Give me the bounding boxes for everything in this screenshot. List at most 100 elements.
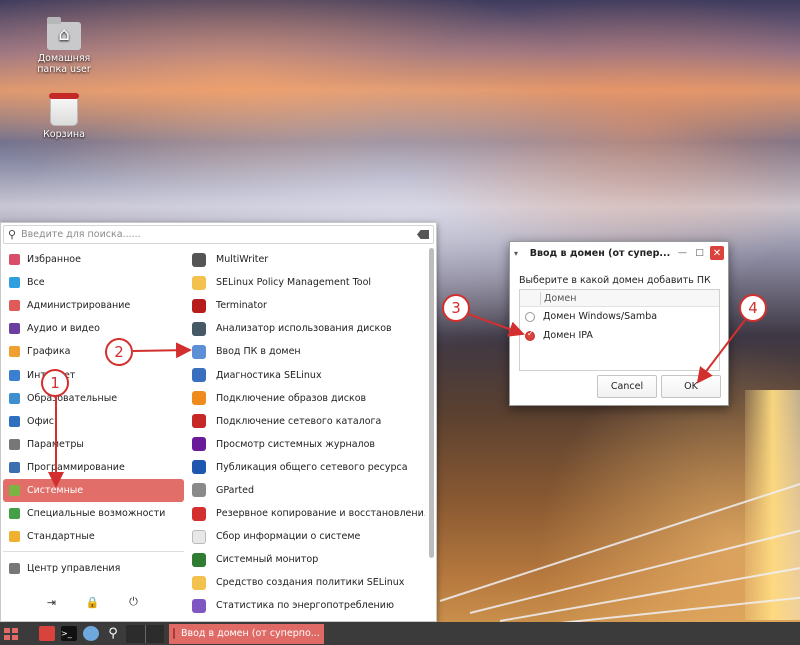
dialog-prompt: Выберите в какой домен добавить ПК	[519, 275, 711, 286]
app-label: Подключение образов дисков	[216, 392, 367, 404]
annotation-badge-2: 2	[105, 338, 133, 366]
lock-icon[interactable]: 🔒	[86, 595, 100, 609]
control-center-icon	[9, 563, 20, 575]
category-item[interactable]: Параметры	[3, 433, 184, 456]
search-icon: ⚲	[8, 228, 17, 241]
window-icon	[173, 628, 175, 639]
domain-option-ipa[interactable]: Домен IPA	[520, 326, 719, 345]
app-label: Публикация общего сетевого ресурса	[216, 461, 408, 473]
domain-list: Домен Домен Windows/Samba Домен IPA	[519, 289, 720, 371]
app-label: Сбор информации о системе	[216, 531, 361, 543]
category-item[interactable]: Все	[3, 271, 184, 294]
app-item[interactable]: Подключение сетевого каталога	[189, 410, 425, 433]
app-item[interactable]: MultiWriter	[189, 248, 425, 271]
category-icon	[9, 346, 20, 358]
launcher-file-manager[interactable]	[36, 622, 58, 645]
column-header-label: Домен	[544, 292, 577, 304]
control-center-item[interactable]: Центр управления	[3, 557, 184, 580]
app-icon	[192, 275, 206, 290]
category-item[interactable]: Интернет	[3, 363, 184, 386]
desktop-icon-home[interactable]: Домашняя папка user	[26, 17, 102, 75]
category-icon	[9, 531, 20, 543]
taskbar-task-join-domain[interactable]: Ввод в домен (от суперпо...	[169, 623, 324, 644]
category-list: Избранное Все Администрирование Аудио и вид…	[3, 248, 184, 580]
app-item[interactable]: Сбор информации о системе	[189, 525, 425, 548]
app-label: Статистика по энергопотреблению	[216, 600, 394, 612]
app-label: Резервное копирование и восстановлени...	[216, 508, 425, 520]
category-item[interactable]: Программирование	[3, 456, 184, 479]
app-item[interactable]: Просмотр системных журналов	[189, 433, 425, 456]
wallpaper-bridge-tower	[745, 390, 800, 620]
app-icon	[192, 391, 206, 406]
category-label: Все	[27, 277, 45, 289]
category-icon	[9, 461, 20, 473]
app-icon	[192, 506, 206, 521]
logout-icon[interactable]: ⇥	[45, 595, 59, 609]
category-icon	[9, 254, 20, 266]
cancel-button[interactable]: Cancel	[597, 375, 657, 398]
app-item[interactable]: SELinux Policy Management Tool	[189, 271, 425, 294]
category-icon	[9, 484, 20, 496]
ok-button[interactable]: OK	[661, 375, 721, 398]
app-icon	[192, 252, 206, 267]
start-menu-button[interactable]	[0, 622, 22, 645]
domain-option-samba[interactable]: Домен Windows/Samba	[520, 307, 719, 326]
category-label: Избранное	[27, 254, 81, 266]
app-icon	[192, 368, 206, 383]
launcher-browser[interactable]	[80, 622, 102, 645]
minimize-icon[interactable]: —	[676, 247, 689, 260]
power-icon[interactable]: ⏻	[127, 595, 141, 609]
launcher-search[interactable]: ⚲	[102, 622, 124, 645]
maximize-icon[interactable]: □	[693, 247, 706, 260]
category-item[interactable]: Специальные возможности	[3, 502, 184, 525]
launcher-terminal[interactable]: >_	[58, 622, 80, 645]
app-item[interactable]: Статистика по энергопотреблению	[189, 594, 425, 617]
app-icon	[192, 321, 206, 336]
category-item[interactable]: Администрирование	[3, 294, 184, 317]
desktop-icon-label: Корзина	[43, 129, 85, 140]
app-label: Системный монитор	[216, 554, 319, 566]
app-label: Анализатор использования дисков	[216, 323, 392, 335]
clear-search-icon[interactable]	[417, 230, 429, 239]
app-item[interactable]: Резервное копирование и восстановлени...	[189, 502, 425, 525]
search-input[interactable]	[21, 229, 417, 240]
category-item[interactable]: Образовательные	[3, 387, 184, 410]
category-icon	[9, 300, 20, 312]
radio-button[interactable]	[525, 311, 535, 322]
app-item[interactable]: Системный монитор	[189, 548, 425, 571]
category-item[interactable]: Офис	[3, 410, 184, 433]
category-item[interactable]: Стандартные	[3, 525, 184, 548]
home-folder-icon	[47, 17, 81, 50]
desktop-icon-trash[interactable]: Корзина	[26, 93, 102, 140]
app-item[interactable]: Ввод ПК в домен	[189, 340, 425, 363]
annotation-badge-4: 4	[739, 294, 767, 322]
app-item[interactable]: GParted	[189, 479, 425, 502]
scrollbar[interactable]	[429, 248, 434, 558]
app-item[interactable]: Анализатор использования дисков	[189, 317, 425, 340]
app-item[interactable]: Terminator	[189, 294, 425, 317]
window-menu-icon[interactable]: ▾	[514, 249, 528, 258]
app-icon	[192, 552, 206, 567]
category-label: Системные	[27, 484, 84, 496]
dialog-titlebar: ▾ Ввод в домен (от супер... — □ ✕	[510, 242, 728, 264]
category-item[interactable]: Аудио и видео	[3, 317, 184, 340]
category-label: Офис	[27, 415, 54, 427]
category-icon	[9, 438, 20, 450]
app-label: Terminator	[216, 300, 267, 312]
app-item[interactable]: Публикация общего сетевого ресурса	[189, 456, 425, 479]
category-item[interactable]: Графика	[3, 340, 184, 363]
app-item[interactable]: Подключение образов дисков	[189, 387, 425, 410]
app-icon	[192, 437, 206, 452]
start-menu-icon	[4, 627, 18, 640]
control-center-label: Центр управления	[27, 563, 121, 575]
app-icon	[192, 460, 206, 475]
category-item[interactable]: Избранное	[3, 248, 184, 271]
workspace-switcher[interactable]	[124, 622, 166, 645]
close-icon[interactable]: ✕	[710, 246, 724, 260]
category-item[interactable]: Системные	[3, 478, 184, 503]
radio-button-checked[interactable]	[525, 329, 535, 341]
app-item[interactable]: Диагностика SELinux	[189, 363, 425, 386]
app-item[interactable]: Средство создания политики SELinux	[189, 571, 425, 594]
taskbar: >_ ⚲ Ввод в домен (от суперпо...	[0, 622, 800, 645]
category-label: Параметры	[27, 438, 84, 450]
